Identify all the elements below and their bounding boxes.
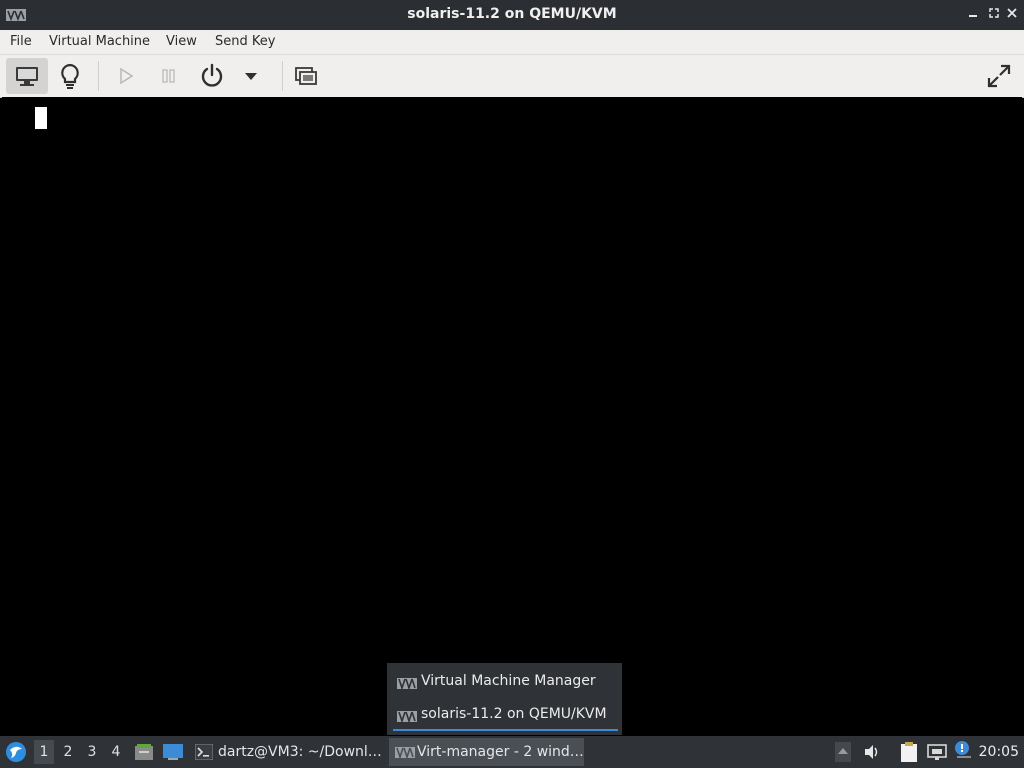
lxqt-logo-icon [6, 742, 26, 762]
text-cursor [35, 107, 47, 129]
menu-virtual-machine[interactable]: Virtual Machine [49, 34, 150, 49]
toolbar-separator [98, 61, 99, 91]
clipboard-tray[interactable] [899, 741, 919, 767]
task-virt-manager[interactable]: Virt-manager - 2 wind… [389, 738, 584, 766]
menu-file[interactable]: File [10, 34, 32, 49]
popup-item-label: Virtual Machine Manager [421, 673, 596, 689]
task-label: dartz@VM3: ~/Downl… [218, 744, 382, 760]
network-icon [927, 744, 947, 760]
vm-console-display[interactable] [2, 97, 1022, 736]
terminal-icon [195, 744, 213, 760]
maximize-icon [989, 8, 999, 18]
clipboard-icon [901, 742, 917, 762]
popup-item-virtual-machine-manager[interactable]: Virtual Machine Manager [393, 668, 618, 696]
menu-bar: File Virtual Machine View Send Key [0, 30, 1024, 55]
pause-button[interactable] [148, 58, 190, 94]
power-icon [201, 63, 223, 87]
desktop-icon [163, 744, 183, 760]
window-titlebar: solaris-11.2 on QEMU/KVM [0, 0, 1024, 30]
network-tray[interactable] [927, 743, 947, 765]
file-manager-icon [135, 744, 153, 760]
popup-item-solaris-console[interactable]: solaris-11.2 on QEMU/KVM [393, 701, 618, 731]
virt-manager-icon [395, 747, 415, 758]
volume-tray[interactable] [863, 743, 881, 765]
desktop-2[interactable]: 2 [58, 744, 78, 760]
close-icon [1007, 8, 1017, 18]
toolbar [0, 55, 1024, 98]
file-manager-launcher[interactable] [134, 742, 154, 766]
pause-icon [162, 69, 175, 83]
start-menu-button[interactable] [4, 740, 28, 764]
clock[interactable]: 20:05 [979, 744, 1019, 760]
virt-manager-icon [397, 678, 417, 689]
play-icon [120, 67, 134, 85]
show-desktop-launcher[interactable] [162, 743, 184, 765]
snapshots-button[interactable] [285, 58, 327, 94]
notification-tray[interactable] [953, 740, 973, 764]
minimize-icon [969, 15, 977, 17]
task-terminal[interactable]: dartz@VM3: ~/Downl… [190, 738, 382, 766]
close-button[interactable] [1004, 7, 1020, 23]
show-console-button[interactable] [6, 58, 48, 94]
minimize-button[interactable] [966, 7, 982, 23]
desktop-3[interactable]: 3 [82, 744, 102, 760]
tray-expand-button[interactable] [835, 742, 851, 766]
lightbulb-icon [61, 63, 79, 89]
run-button[interactable] [105, 58, 147, 94]
show-details-button[interactable] [49, 58, 91, 94]
console-icon [16, 67, 38, 86]
volume-icon [865, 745, 878, 759]
task-label: Virt-manager - 2 wind… [417, 744, 584, 760]
desktop-4[interactable]: 4 [106, 744, 126, 760]
window-group-popup: Virtual Machine Manager solaris-11.2 on … [387, 663, 622, 735]
shutdown-options-dropdown[interactable] [231, 58, 271, 94]
shutdown-button[interactable] [191, 58, 233, 94]
snapshot-icon [295, 67, 317, 85]
fullscreen-button[interactable] [978, 58, 1020, 94]
virt-manager-icon [397, 711, 417, 722]
menu-send-key[interactable]: Send Key [215, 34, 275, 49]
popup-item-label: solaris-11.2 on QEMU/KVM [421, 706, 607, 722]
taskbar: 1 2 3 4 dartz@VM3: ~/Downl… Virt-manager… [0, 736, 1024, 768]
menu-view[interactable]: View [166, 34, 197, 49]
dropdown-icon [245, 73, 257, 80]
desktop-1[interactable]: 1 [34, 740, 54, 764]
chevron-up-icon [835, 742, 851, 762]
fullscreen-icon [987, 64, 1011, 88]
maximize-button[interactable] [986, 7, 1002, 23]
notification-icon [955, 741, 971, 758]
toolbar-separator [282, 61, 283, 91]
window-title: solaris-11.2 on QEMU/KVM [407, 6, 617, 22]
